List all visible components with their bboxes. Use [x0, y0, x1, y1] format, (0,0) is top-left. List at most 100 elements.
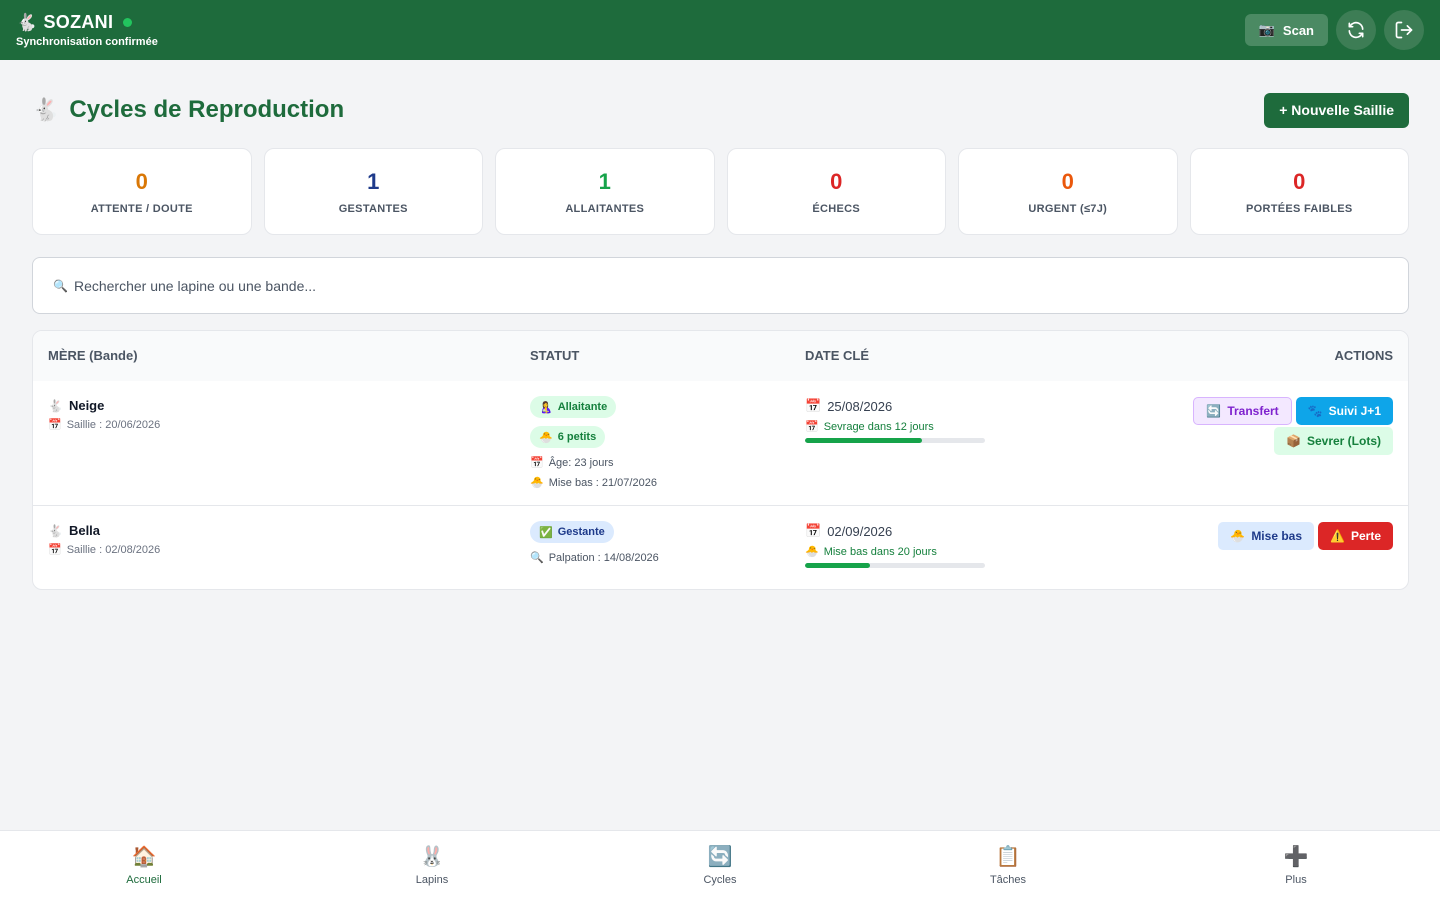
status-badge-label: Gestante [557, 526, 605, 538]
brand: 🐇 SOZANI Synchronisation confirmée [16, 12, 158, 48]
column-header-mere: MÈRE (Bande) [48, 348, 138, 363]
rabbit-icon: 🐰 [419, 845, 445, 868]
stats-row: 0 ATTENTE / DOUTE 1 GESTANTES 1 ALLAITAN… [32, 148, 1409, 235]
mere-name[interactable]: 🐇 Neige [48, 398, 160, 413]
rabbit-icon: 🐇 [48, 398, 63, 413]
refresh-button[interactable] [1336, 10, 1376, 50]
column-header-actions: ACTIONS [1334, 348, 1394, 363]
stat-value: 0 [135, 168, 148, 194]
statut-cell: 🤱 Allaitante 🐣 6 petits 📅 Âge: 23 jours … [530, 396, 657, 496]
actions-cell: 🐣 Mise bas ⚠️ Perte [1218, 522, 1393, 550]
nav-item-plus[interactable]: ➕ Plus [1152, 831, 1440, 900]
search-box: 🔍 [32, 257, 1409, 314]
perte-button[interactable]: ⚠️ Perte [1318, 522, 1393, 550]
page-title-text: Cycles de Reproduction [69, 96, 345, 123]
stat-gestantes[interactable]: 1 GESTANTES [263, 148, 483, 235]
sync-status: Synchronisation confirmée [16, 36, 158, 48]
nav-item-lapins[interactable]: 🐰 Lapins [288, 831, 576, 900]
table-row: 🐇 Bella 📅 Saillie : 02/08/2026 ✅ Gestant… [33, 506, 1408, 589]
actions-cell: 🔄 Transfert 🐾 Suivi J+1 📦 Sevrer (Lots) [1193, 397, 1393, 455]
saillie-text: Saillie : 02/08/2026 [66, 543, 161, 556]
top-actions: 📷 Scan [1244, 10, 1424, 50]
mise-bas-text: Mise bas : 21/07/2026 [548, 476, 657, 489]
progress-fill [805, 438, 922, 443]
chick-icon: 🐣 [1230, 529, 1246, 543]
chick-icon: 🐣 [539, 431, 553, 444]
actions-row: 🐣 Mise bas ⚠️ Perte [1218, 522, 1393, 550]
sevrer-button[interactable]: 📦 Sevrer (Lots) [1274, 427, 1393, 455]
nav-item-accueil[interactable]: 🏠 Accueil [0, 831, 288, 900]
nav-label: Accueil [126, 873, 162, 886]
stat-value: 0 [1293, 168, 1306, 194]
saillie-date: 📅 Saillie : 20/06/2026 [48, 418, 161, 432]
stat-label: ATTENTE / DOUTE [90, 202, 193, 215]
mere-name[interactable]: 🐇 Bella [48, 523, 160, 538]
home-icon: 🏠 [131, 845, 157, 868]
table-row: 🐇 Neige 📅 Saillie : 20/06/2026 🤱 Allaita… [33, 381, 1408, 506]
stat-allaitantes[interactable]: 1 ALLAITANTES [495, 148, 715, 235]
camera-icon: 📷 [1258, 22, 1275, 37]
mere-cell: 🐇 Bella 📅 Saillie : 02/08/2026 [48, 523, 160, 556]
countdown-note: 📅 Sevrage dans 12 jours [805, 420, 985, 434]
stat-attente[interactable]: 0 ATTENTE / DOUTE [32, 148, 252, 235]
stat-echecs[interactable]: 0 ÉCHECS [726, 148, 946, 235]
stat-value: 0 [830, 168, 843, 194]
column-header-date: DATE CLÉ [805, 348, 870, 363]
stat-value: 1 [598, 168, 611, 194]
page-header: 🐇 Cycles de Reproduction + Nouvelle Sail… [32, 92, 1409, 128]
stat-label: ÉCHECS [812, 202, 861, 215]
mise-bas-button[interactable]: 🐣 Mise bas [1218, 522, 1315, 550]
key-date-text: 25/08/2026 [827, 398, 893, 414]
search-input[interactable] [73, 277, 1388, 294]
key-date: 📅 02/09/2026 [805, 523, 985, 539]
age-info: 📅 Âge: 23 jours [530, 456, 614, 470]
status-badge: 🤱 Allaitante [530, 396, 617, 418]
page-title: 🐇 Cycles de Reproduction [32, 96, 344, 124]
top-bar: 🐇 SOZANI Synchronisation confirmée 📷 Sca… [0, 0, 1440, 60]
date-cle-cell: 📅 02/09/2026 🐣 Mise bas dans 20 jours [805, 523, 985, 568]
scan-button[interactable]: 📷 Scan [1244, 14, 1328, 46]
saillie-text: Saillie : 20/06/2026 [66, 418, 161, 431]
scan-label: Scan [1282, 22, 1314, 38]
stat-label: ALLAITANTES [565, 202, 645, 215]
calendar-icon: 📅 [805, 523, 822, 538]
chick-icon: 🐣 [805, 546, 819, 558]
search-icon: 🔍 [53, 278, 68, 293]
suivi-button[interactable]: 🐾 Suivi J+1 [1295, 397, 1393, 425]
palpation-text: Palpation : 14/08/2026 [548, 551, 659, 564]
new-saillie-button[interactable]: + Nouvelle Saillie [1264, 92, 1409, 128]
age-text: Âge: 23 jours [548, 456, 614, 469]
date-cle-cell: 📅 25/08/2026 📅 Sevrage dans 12 jours [805, 398, 985, 443]
mise-bas-label: Mise bas [1251, 529, 1303, 543]
nav-label: Cycles [703, 873, 737, 886]
logout-button[interactable] [1384, 10, 1424, 50]
countdown-note: 🐣 Mise bas dans 20 jours [805, 545, 985, 559]
nursing-icon: 🤱 [539, 401, 553, 414]
calendar-icon: 📅 [805, 398, 822, 413]
calendar-icon: 📅 [48, 419, 62, 431]
countdown-text: Mise bas dans 20 jours [823, 545, 937, 558]
stat-value: 1 [367, 168, 380, 194]
stat-urgent[interactable]: 0 URGENT (≤7J) [958, 148, 1178, 235]
stat-label: URGENT (≤7J) [1028, 202, 1108, 215]
nav-label: Plus [1285, 873, 1307, 886]
stat-portees-faibles[interactable]: 0 PORTÉES FAIBLES [1189, 148, 1409, 235]
nav-item-cycles[interactable]: 🔄 Cycles [576, 831, 864, 900]
transfert-button[interactable]: 🔄 Transfert [1193, 397, 1292, 425]
sevrer-label: Sevrer (Lots) [1306, 434, 1381, 448]
cycle-icon: 🔄 [707, 845, 733, 868]
mere-name-text: Neige [68, 398, 105, 413]
progress-bar [805, 563, 985, 568]
magnifier-icon: 🔍 [530, 552, 544, 564]
litter-badge-label: 6 petits [557, 431, 597, 443]
status-badge-label: Allaitante [557, 401, 608, 413]
transfert-label: Transfert [1227, 404, 1279, 418]
nav-item-taches[interactable]: 📋 Tâches [864, 831, 1152, 900]
actions-row: 🔄 Transfert 🐾 Suivi J+1 [1193, 397, 1393, 425]
litter-badge: 🐣 6 petits [530, 426, 606, 448]
calendar-icon: 📅 [805, 421, 819, 433]
chick-icon: 🐣 [530, 477, 544, 489]
table-header: MÈRE (Bande) STATUT DATE CLÉ ACTIONS [33, 331, 1408, 381]
status-dot-icon [123, 18, 133, 27]
clipboard-icon: 📋 [995, 845, 1021, 868]
